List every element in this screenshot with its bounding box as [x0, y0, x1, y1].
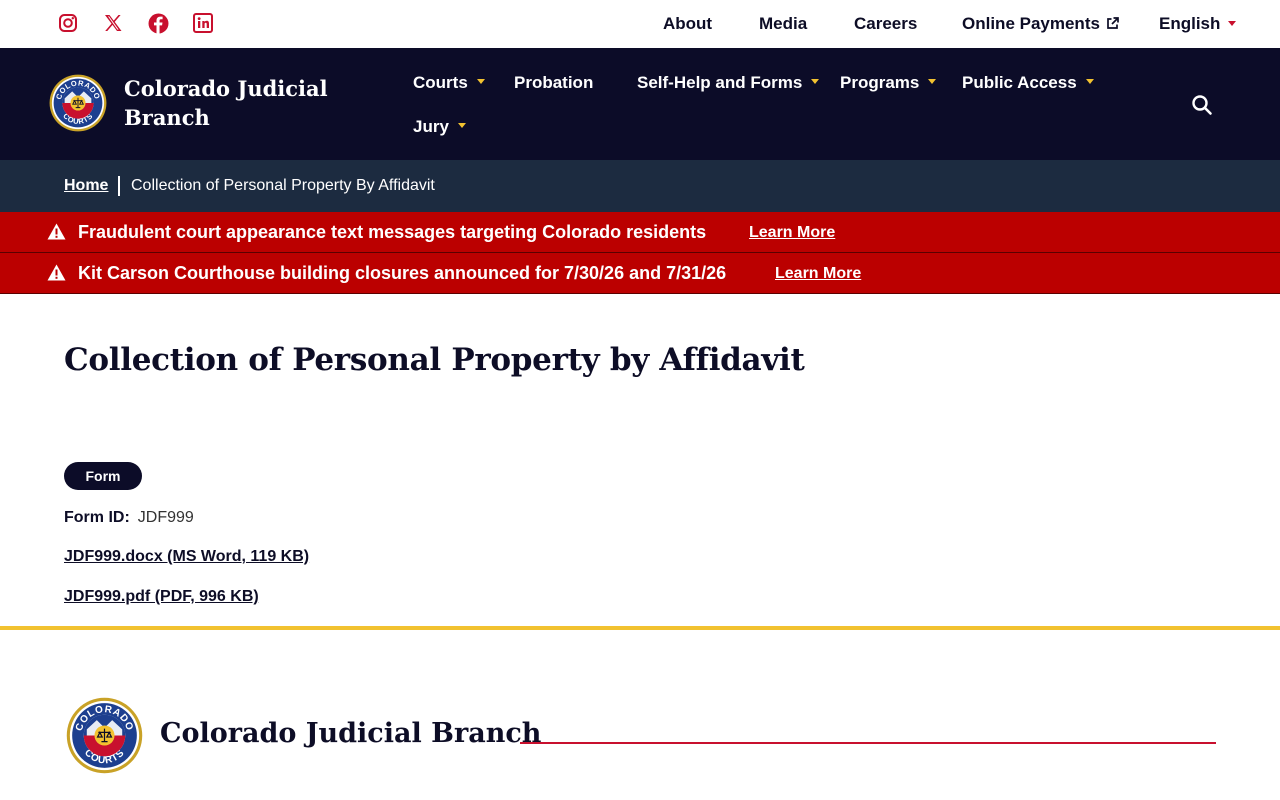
chevron-down-icon — [1085, 79, 1094, 84]
nav-probation-label: Probation — [514, 73, 594, 92]
form-type-badge: Form — [64, 462, 142, 490]
careers-link[interactable]: Careers — [854, 14, 917, 34]
section-divider — [0, 626, 1280, 630]
nav-public-access-label: Public Access — [962, 73, 1077, 92]
media-link[interactable]: Media — [759, 14, 807, 34]
warning-icon — [47, 223, 66, 240]
form-id: Form ID: JDF999 — [64, 509, 194, 527]
external-link-icon — [1107, 17, 1119, 29]
nav-self-help-forms[interactable]: Self-Help and Forms — [637, 73, 820, 93]
breadcrumb: Home Collection of Personal Property By … — [0, 160, 1280, 212]
nav-jury[interactable]: Jury — [413, 117, 466, 137]
nav-courts-label: Courts — [413, 73, 468, 92]
online-payments-label: Online Payments — [962, 14, 1100, 33]
form-id-value: JDF999 — [137, 509, 194, 526]
linkedin-icon[interactable] — [192, 12, 214, 34]
alert-banner: Fraudulent court appearance text message… — [0, 212, 1280, 253]
alert-text: Fraudulent court appearance text message… — [78, 222, 707, 242]
nav-programs[interactable]: Programs — [840, 73, 937, 93]
main-header: COLORADO COURTS Colorado Judicial Branch… — [0, 48, 1280, 160]
breadcrumb-current: Collection of Personal Property By Affid… — [131, 177, 435, 194]
alert-learn-more-link[interactable]: Learn More — [775, 265, 861, 283]
nav-self-help-label: Self-Help and Forms — [637, 73, 803, 92]
nav-probation[interactable]: Probation — [514, 73, 593, 93]
warning-icon — [47, 264, 66, 281]
alert-banner: Kit Carson Courthouse building closures … — [0, 253, 1280, 294]
breadcrumb-separator — [118, 176, 120, 196]
language-selector[interactable]: English — [1159, 14, 1237, 34]
x-icon[interactable] — [102, 12, 124, 34]
nav-public-access[interactable]: Public Access — [962, 73, 1094, 93]
pdf-download-link[interactable]: JDF999.pdf (PDF, 996 KB) — [64, 588, 259, 606]
nav-programs-label: Programs — [840, 73, 920, 92]
utility-bar: About Media Careers Online Payments Engl… — [0, 0, 1280, 48]
about-link[interactable]: About — [663, 14, 712, 34]
docx-download-link[interactable]: JDF999.docx (MS Word, 119 KB) — [64, 548, 309, 566]
language-label: English — [1159, 14, 1221, 33]
online-payments-link[interactable]: Online Payments — [962, 14, 1119, 34]
instagram-icon[interactable] — [57, 12, 79, 34]
nav-jury-label: Jury — [413, 117, 449, 136]
alert-text: Kit Carson Courthouse building closures … — [78, 263, 727, 283]
form-id-label: Form ID: — [64, 509, 130, 526]
chevron-down-icon — [457, 123, 466, 128]
chevron-down-icon — [811, 79, 820, 84]
footer-brand-name: Colorado Judicial Branch — [160, 718, 542, 749]
search-icon[interactable] — [1190, 93, 1214, 117]
footer-seal-logo: COLORADO COURTS — [66, 697, 143, 774]
alert-learn-more-link[interactable]: Learn More — [749, 224, 835, 242]
facebook-icon[interactable] — [147, 12, 169, 34]
page-title: Collection of Personal Property by Affid… — [64, 342, 805, 378]
chevron-down-icon — [1228, 21, 1237, 26]
brand-name[interactable]: Colorado Judicial Branch — [124, 74, 354, 132]
chevron-down-icon — [928, 79, 937, 84]
footer-divider — [520, 742, 1216, 744]
colorado-courts-seal-logo[interactable]: COLORADO COURTS — [49, 74, 107, 132]
breadcrumb-home-link[interactable]: Home — [64, 177, 108, 195]
chevron-down-icon — [476, 79, 485, 84]
nav-courts[interactable]: Courts — [413, 73, 485, 93]
